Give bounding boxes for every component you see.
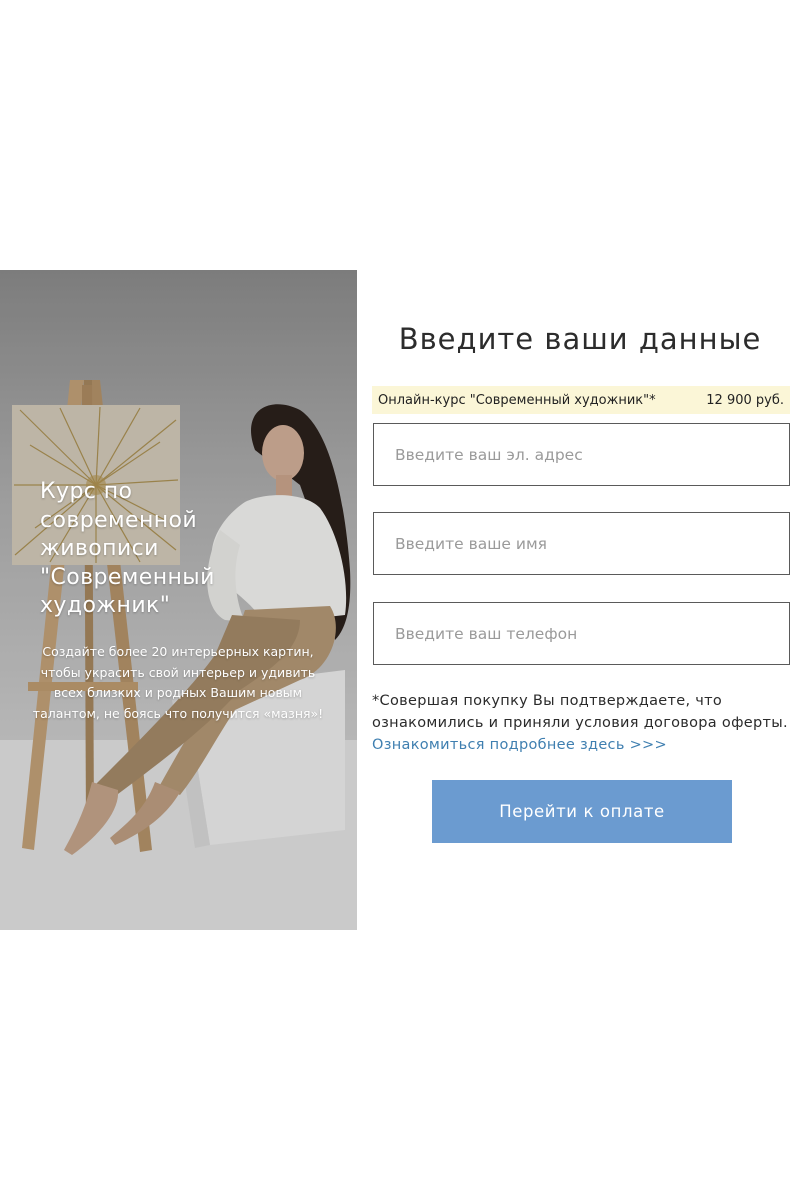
name-field[interactable]: [373, 512, 790, 575]
product-summary: Онлайн-курс "Современный художник"* 12 9…: [372, 386, 790, 414]
terms-link[interactable]: Ознакомиться подробнее здесь >>>: [372, 737, 667, 753]
terms-notice: *Совершая покупку Вы подтверждаете, что …: [372, 690, 792, 756]
checkout-form: Введите ваши данные Онлайн-курс "Совреме…: [357, 270, 800, 930]
hero-title-line: живописи: [40, 536, 159, 561]
pay-button[interactable]: Перейти к оплате: [432, 780, 732, 843]
product-name: Онлайн-курс "Современный художник"*: [378, 392, 656, 408]
hero-panel: Курс по современной живописи "Современны…: [0, 270, 357, 930]
hero-title-line: Курс по: [40, 479, 133, 504]
phone-field[interactable]: [373, 602, 790, 665]
product-price: 12 900 руб.: [706, 392, 784, 408]
hero-description: Создайте более 20 интерьерных картин, чт…: [32, 644, 324, 721]
hero-title: Курс по современной живописи "Современны…: [40, 478, 340, 621]
checkout-page: Курс по современной живописи "Современны…: [0, 0, 800, 1200]
hero-title-line: современной: [40, 507, 198, 533]
hero-title-line: "Современный: [40, 564, 215, 590]
terms-text: *Совершая покупку Вы подтверждаете, что …: [372, 693, 788, 731]
email-field[interactable]: [373, 423, 790, 486]
hero-title-line: художник": [40, 593, 171, 618]
form-title: Введите ваши данные: [398, 322, 762, 356]
